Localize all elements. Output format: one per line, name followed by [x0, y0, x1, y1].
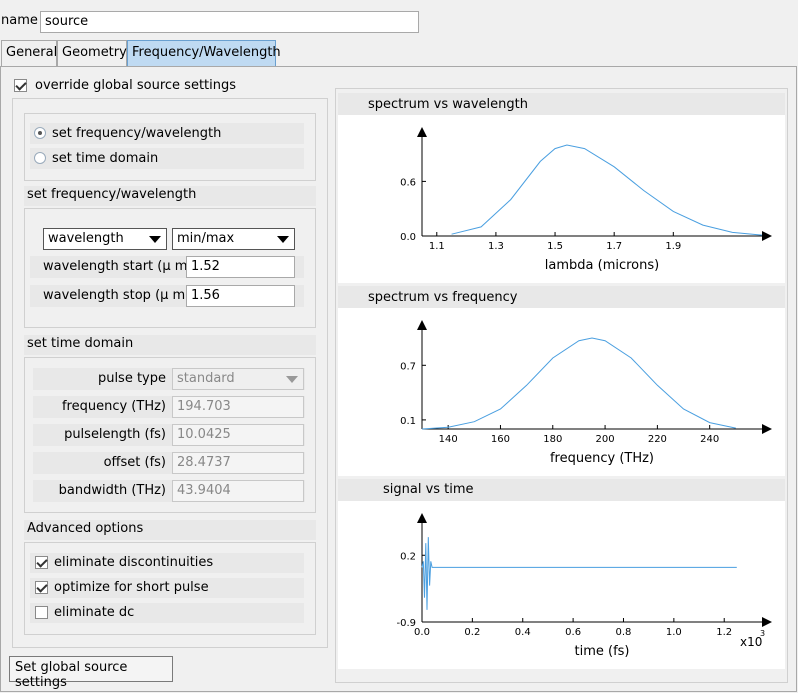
x-axis-label: time (fs) [575, 644, 630, 659]
y-axis-arrow [417, 320, 427, 330]
x-tick-label: 0.4 [515, 627, 531, 638]
x-tick-label: 1.2 [716, 627, 732, 638]
x-tick-label: 240 [700, 434, 719, 445]
x-tick-label: 1.9 [665, 241, 681, 252]
x-tick-label: 0.2 [464, 627, 480, 638]
x-tick-label: 1.3 [488, 241, 504, 252]
x-tick-label: 1.0 [666, 627, 682, 638]
x-tick-label: 1.1 [429, 241, 445, 252]
chevron-down-icon [277, 236, 289, 243]
x-tick-label: 1.5 [547, 241, 563, 252]
x-tick-label: 220 [648, 434, 667, 445]
offset-input[interactable]: 28.4737 [172, 452, 304, 474]
x-tick-label: 180 [543, 434, 562, 445]
set-global-source-settings-button[interactable]: Set global source settings [9, 656, 173, 690]
y-tick-label: 0.2 [400, 551, 416, 562]
chevron-down-icon [149, 236, 161, 243]
x-axis-exponent: 3 [760, 629, 765, 638]
eliminate-discontinuities-checkbox[interactable] [35, 556, 48, 569]
radio-label-time-domain: set time domain [52, 151, 159, 166]
y-tick-label: -0.9 [396, 618, 416, 629]
chevron-down-icon [286, 376, 298, 383]
bandwidth-label: bandwidth (THz) [58, 483, 166, 498]
spectrum-vs-wavelength-chart: 1.1 1.3 1.5 1.7 1.9 0.0 0.6 lambda (microns) [400, 127, 772, 273]
range-type-select[interactable]: min/max [172, 228, 295, 250]
wavelength-start-input[interactable]: 1.52 [186, 256, 295, 278]
wavelength-type-value: wavelength [48, 231, 124, 246]
optimize-short-pulse-checkbox[interactable] [35, 581, 48, 594]
tab-frequency-wavelength[interactable]: Frequency/Wavelength [127, 40, 281, 66]
pulselength-input[interactable]: 10.0425 [172, 424, 304, 446]
tab-general[interactable]: General [1, 40, 57, 66]
x-axis-arrow [762, 424, 772, 434]
radio-set-frequency-wavelength[interactable] [34, 127, 46, 139]
chart-3-title: signal vs time [383, 482, 474, 497]
x-tick-label: 0.8 [616, 627, 632, 638]
wavelength-start-label: wavelength start (μ m) [43, 259, 193, 274]
series-line [451, 144, 763, 236]
chart-2-area: 140 160 180 200 220 240 0.1 0.7 frequency (THz) [338, 308, 785, 476]
chart-1-area: 1.1 1.3 1.5 1.7 1.9 0.0 0.6 lambda (microns) [338, 115, 785, 283]
radio-set-time-domain[interactable] [34, 152, 46, 164]
x-tick-label: 160 [491, 434, 510, 445]
pulse-type-value: standard [177, 371, 235, 386]
wavelength-type-select[interactable]: wavelength [43, 228, 167, 250]
signal-vs-time-chart: 0.0 0.2 0.4 0.6 0.8 1.0 1.20.2-0.9time (fs)x10… [396, 513, 772, 659]
advanced-title: Advanced options [27, 521, 144, 536]
range-type-value: min/max [177, 231, 235, 246]
wavelength-stop-input[interactable]: 1.56 [186, 285, 295, 307]
tab-geometry[interactable]: Geometry [57, 40, 127, 66]
chart-1-title: spectrum vs wavelength [368, 97, 528, 112]
name-input[interactable]: source [40, 11, 419, 33]
eliminate-discontinuities-label: eliminate discontinuities [54, 555, 214, 570]
series-line [421, 537, 737, 610]
pulse-type-label: pulse type [97, 371, 166, 386]
y-tick-label: 0.0 [400, 232, 416, 243]
x-axis-arrow [762, 231, 772, 241]
y-tick-label: 0.6 [400, 177, 416, 188]
frequency-label: frequency (THz) [61, 399, 166, 414]
chart-2-title: spectrum vs frequency [368, 290, 518, 305]
override-checkbox[interactable] [14, 79, 27, 92]
x-axis-arrow [762, 617, 772, 627]
y-tick-label: 0.1 [400, 416, 416, 427]
radio-label-frequency-wavelength: set frequency/wavelength [52, 126, 222, 141]
eliminate-dc-checkbox[interactable] [35, 606, 48, 619]
x-tick-label: 200 [596, 434, 615, 445]
pulse-type-select[interactable]: standard [172, 368, 304, 390]
x-tick-label: 0.6 [565, 627, 581, 638]
x-axis-label: lambda (microns) [545, 258, 659, 273]
y-axis-arrow [417, 127, 427, 137]
freq-wl-title: set frequency/wavelength [27, 187, 197, 202]
eliminate-dc-label: eliminate dc [54, 605, 135, 620]
x-tick-label: 0.0 [414, 627, 430, 638]
offset-label: offset (fs) [103, 455, 166, 470]
bandwidth-input[interactable]: 43.9404 [172, 480, 304, 502]
override-label: override global source settings [35, 78, 237, 93]
spectrum-vs-frequency-chart: 140 160 180 200 220 240 0.1 0.7 frequency (THz) [400, 320, 772, 466]
x-tick-label: 1.7 [606, 241, 622, 252]
pulselength-label: pulselength (fs) [64, 427, 166, 442]
optimize-short-pulse-label: optimize for short pulse [54, 580, 209, 595]
name-label: name [1, 13, 38, 28]
wavelength-stop-label: wavelength stop (μ m) [43, 288, 191, 303]
x-tick-label: 140 [439, 434, 458, 445]
chart-3-area: 0.0 0.2 0.4 0.6 0.8 1.0 1.2 0.2 -0.9 time (fs) x10… [338, 501, 785, 669]
y-axis-arrow [417, 513, 427, 523]
time-domain-title: set time domain [27, 336, 134, 351]
series-line [421, 337, 736, 430]
frequency-input[interactable]: 194.703 [172, 396, 304, 418]
y-tick-label: 0.7 [400, 361, 416, 372]
x-axis-label: frequency (THz) [550, 451, 654, 466]
